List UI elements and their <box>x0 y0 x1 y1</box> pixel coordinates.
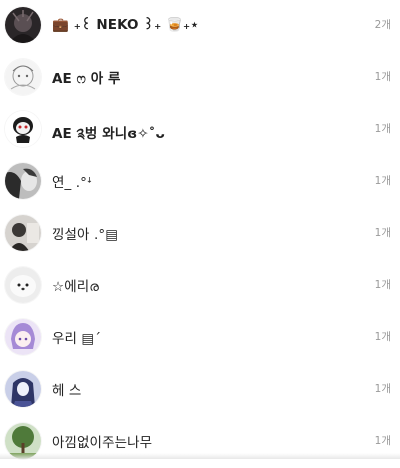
unread-count: 1개 <box>374 331 391 343</box>
chat-name: 헤 스 <box>52 383 82 399</box>
unread-count: 1개 <box>374 383 391 395</box>
avatar <box>5 371 41 407</box>
chat-list-item[interactable]: 헤 스 1개 <box>0 364 400 416</box>
chat-list-item[interactable]: AE ෆ 아 루 1개 <box>0 52 400 104</box>
scroll-fade <box>0 453 400 459</box>
anime-character-icon <box>5 371 41 407</box>
profile-photo-icon <box>5 7 41 43</box>
unread-count: 1개 <box>374 71 391 83</box>
avatar <box>5 215 41 251</box>
chat-name: 💼 ₊꒰ NEKO ꒱₊ 🥃₊⋆ <box>52 17 199 33</box>
chat-name: 연_ .°ꜜ <box>52 175 93 191</box>
unread-count: 1개 <box>374 435 391 447</box>
chat-name: AE ༉벙 와니ɞ✧˚ᴗ <box>52 126 165 142</box>
avatar <box>5 111 41 147</box>
chat-name: AE ෆ 아 루 <box>52 71 121 87</box>
chat-list-item[interactable]: 낑설아 .°▤ 1개 <box>0 208 400 260</box>
chat-name: 낑설아 .°▤ <box>52 227 119 243</box>
chat-name: 우리 ▤ˊ <box>52 331 102 347</box>
unread-count: 1개 <box>374 227 391 239</box>
profile-photo-icon <box>5 163 41 199</box>
anime-character-icon <box>5 319 41 355</box>
avatar <box>5 7 41 43</box>
chat-list-item[interactable]: AE ༉벙 와니ɞ✧˚ᴗ 1개 <box>0 104 400 156</box>
profile-photo-icon <box>5 215 41 251</box>
chat-list-item[interactable]: ☆에리ര 1개 <box>0 260 400 312</box>
avatar <box>5 163 41 199</box>
profile-sketch-icon <box>5 59 41 95</box>
chat-name: 아낌없이주는나무 <box>52 435 153 451</box>
chat-list-item[interactable]: 우리 ▤ˊ 1개 <box>0 312 400 364</box>
chat-list-item[interactable]: 아낌없이주는나무 1개 <box>0 416 400 468</box>
unread-count: 1개 <box>374 279 391 291</box>
unread-count: 1개 <box>374 123 391 135</box>
chat-list-item[interactable]: 연_ .°ꜜ 1개 <box>0 156 400 208</box>
chat-list-item[interactable]: 💼 ₊꒰ NEKO ꒱₊ 🥃₊⋆ 2개 <box>0 0 400 52</box>
unread-count: 1개 <box>374 175 391 187</box>
chat-name: ☆에리ര <box>52 279 100 295</box>
unread-count: 2개 <box>374 19 391 31</box>
avatar <box>5 267 41 303</box>
avatar <box>5 319 41 355</box>
avatar <box>5 59 41 95</box>
panda-character-icon <box>5 111 41 147</box>
white-dog-icon <box>5 267 41 303</box>
